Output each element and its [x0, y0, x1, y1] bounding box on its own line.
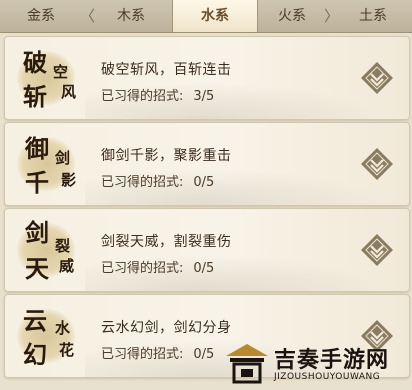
emblem-glyph: 水 — [55, 319, 71, 337]
emblem-glyph: 裂 — [55, 237, 71, 255]
progress-label: 已习得的招式: — [101, 175, 184, 190]
skill-name: 剑裂天威，割裂重伤 — [101, 234, 232, 250]
watermark-title: 吉奏手游网 — [274, 348, 390, 373]
emblem-glyph: 天 — [25, 254, 49, 283]
emblem-glyph: 破 — [23, 48, 47, 77]
tab-water[interactable]: 水系 — [172, 0, 258, 32]
skill-progress: 已习得的招式: 0/5 — [101, 171, 214, 190]
progress-value: 3/5 — [193, 89, 215, 104]
emblem-glyph: 花 — [59, 341, 75, 359]
tab-wood[interactable]: 木系 — [90, 0, 172, 32]
skill-emblem: 剑 天 裂 威 — [7, 209, 89, 291]
emblem-glyph: 威 — [59, 257, 75, 275]
progress-label: 已习得的招式: — [101, 347, 184, 362]
skill-list: 破 斩 空 风 破空斩风，百斩连击 已习得的招式: 3/5 御 千 剑 影 御剑千… — [0, 32, 412, 390]
emblem-glyph: 剑 — [25, 218, 49, 247]
logo-icon — [226, 344, 268, 384]
tab-fire[interactable]: 火系 — [256, 0, 328, 32]
emblem-glyph: 幻 — [23, 340, 47, 369]
skill-name: 御剑千影，聚影重击 — [101, 148, 232, 164]
chevron-down-icon[interactable] — [359, 146, 395, 182]
emblem-glyph: 御 — [25, 134, 49, 163]
skill-emblem: 云 幻 水 花 — [7, 295, 89, 377]
emblem-glyph: 斩 — [23, 82, 47, 111]
skill-name: 云水幻剑，剑幻分身 — [101, 320, 232, 336]
progress-value: 0/5 — [193, 175, 215, 190]
skill-card[interactable]: 破 斩 空 风 破空斩风，百斩连击 已习得的招式: 3/5 — [4, 36, 410, 120]
skill-card[interactable]: 剑 天 裂 威 剑裂天威，割裂重伤 已习得的招式: 0/5 — [4, 208, 410, 292]
tab-metal[interactable]: 金系 — [0, 0, 82, 32]
skill-progress: 已习得的招式: 0/5 — [101, 343, 214, 362]
progress-value: 0/5 — [193, 347, 215, 362]
skill-name: 破空斩风，百斩连击 — [101, 62, 232, 78]
emblem-glyph: 影 — [61, 171, 77, 189]
skill-progress: 已习得的招式: 0/5 — [101, 257, 214, 276]
skill-emblem: 破 斩 空 风 — [7, 37, 89, 119]
emblem-glyph: 剑 — [55, 149, 71, 167]
tab-separator: 〉 — [324, 7, 340, 25]
tab-earth[interactable]: 土系 — [334, 0, 412, 32]
chevron-down-icon[interactable] — [359, 232, 395, 268]
tab-separator: 〈 — [80, 7, 96, 25]
site-watermark: 吉奏手游网 JIZOUSHOUYOUWANG — [222, 340, 412, 390]
skill-progress: 已习得的招式: 3/5 — [101, 85, 214, 104]
element-tab-bar: 金系 〈 木系 水系 火系 〉 土系 — [0, 0, 412, 33]
watermark-subtitle: JIZOUSHOUYOUWANG — [274, 372, 381, 382]
chevron-down-icon[interactable] — [359, 60, 395, 96]
emblem-glyph: 云 — [23, 306, 47, 335]
progress-value: 0/5 — [193, 261, 215, 276]
progress-label: 已习得的招式: — [101, 261, 184, 276]
skill-card[interactable]: 御 千 剑 影 御剑千影，聚影重击 已习得的招式: 0/5 — [4, 122, 410, 206]
emblem-glyph: 千 — [25, 168, 49, 197]
skill-emblem: 御 千 剑 影 — [7, 123, 89, 205]
emblem-glyph: 风 — [61, 83, 77, 101]
emblem-glyph: 空 — [53, 63, 69, 81]
progress-label: 已习得的招式: — [101, 89, 184, 104]
